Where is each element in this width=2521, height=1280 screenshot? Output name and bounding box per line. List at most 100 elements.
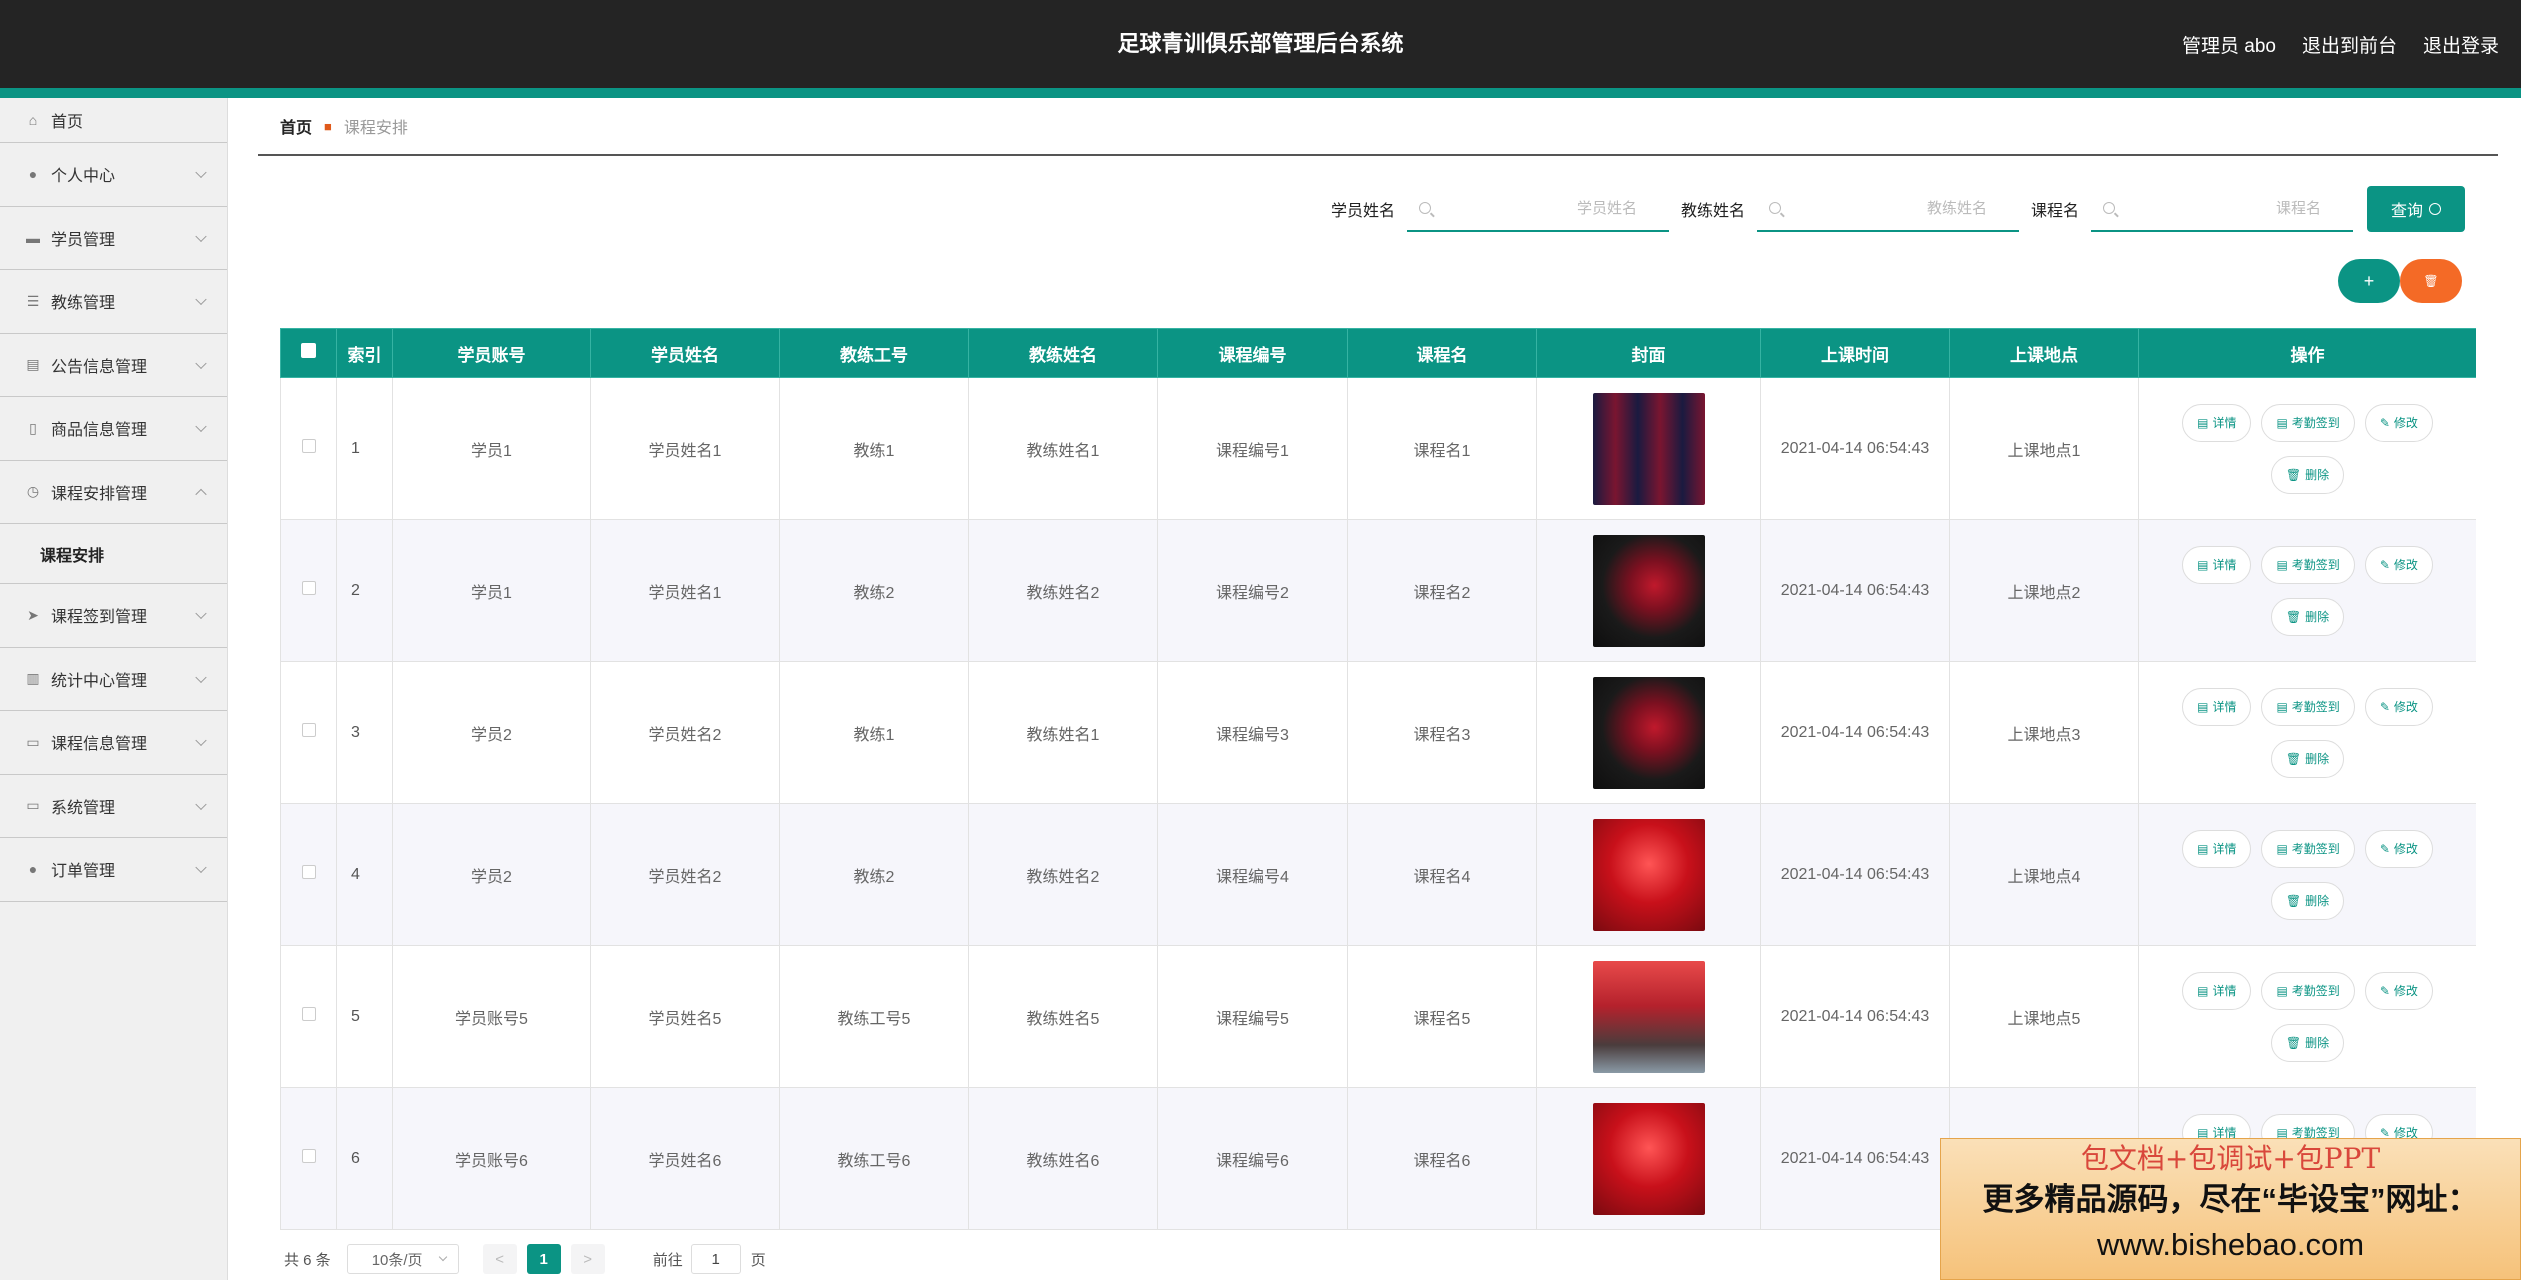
table-cell-course-no: 课程编号5 (1157, 945, 1348, 1088)
chevron-down-icon (195, 166, 207, 179)
checkin-button[interactable]: ▤ 考勤签到 (2261, 545, 2355, 584)
table-cell-coach-name: 教练姓名5 (968, 945, 1158, 1088)
clipboard-icon: ▤ (26, 356, 40, 373)
delete-button[interactable]: 🗑删除 (2270, 1023, 2345, 1062)
sidebar-item-home[interactable]: ⌂ 首页 (0, 98, 227, 143)
sidebar-item-students[interactable]: ▬ 学员管理 (0, 207, 227, 270)
sidebar-subitem-schedule[interactable]: 课程安排 (0, 524, 227, 584)
logout-link[interactable]: 退出登录 (2423, 31, 2499, 58)
table-cell-course-no: 课程编号1 (1157, 377, 1348, 520)
coach-name-input[interactable] (1756, 186, 2019, 230)
search-icon (2429, 203, 2441, 215)
checkin-button[interactable]: ▤ 考勤签到 (2261, 971, 2355, 1010)
next-page-button[interactable]: > (570, 1244, 605, 1274)
detail-button[interactable]: ▤ 详情 (2182, 545, 2252, 584)
page-number-button[interactable]: 1 (526, 1244, 561, 1274)
row-checkbox[interactable] (301, 723, 316, 737)
delete-icon: 🗑 (2285, 609, 2302, 624)
query-button[interactable]: 查询 (2367, 186, 2465, 232)
phone-icon: ▯ (29, 419, 37, 436)
goto-page-input[interactable]: 1 (690, 1244, 741, 1274)
schedule-table-container: 索引 学员账号 学员姓名 教练工号 教练姓名 课程编号 课程名 封面 上课时间 … (280, 328, 2476, 1232)
sidebar-item-announcements[interactable]: ▤ 公告信息管理 (0, 334, 227, 397)
delete-button-label: 删除 (2305, 1036, 2330, 1050)
search-icon (1418, 202, 1431, 214)
breadcrumb-home[interactable]: 首页 (280, 114, 312, 138)
location-icon: ● (28, 861, 38, 878)
sidebar-item-personal-center[interactable]: ● 个人中心 (0, 143, 227, 207)
sidebar-item-coaches[interactable]: ☰ 教练管理 (0, 270, 227, 334)
checkin-button-label: 考勤签到 (2291, 842, 2340, 856)
table-row: 5 学员账号5 学员姓名5 教练工号5 教练姓名5 课程编号5 课程名5 2021-04-14… (280, 945, 2476, 1088)
sidebar-item-system[interactable]: ▭ 系统管理 (0, 775, 227, 838)
sidebar-item-statistics[interactable]: ▥ 统计中心管理 (0, 648, 227, 711)
table-cell-name: 学员姓名1 (590, 519, 780, 662)
row-select-cell (280, 377, 337, 520)
checkin-icon: ▤ (2276, 841, 2288, 856)
page-size-value: 10条/页 (371, 1251, 423, 1269)
row-checkbox[interactable] (301, 865, 316, 879)
sidebar-item-label: 商品信息管理 (51, 422, 148, 440)
cover-image (1592, 534, 1705, 647)
row-actions: ▤详情▤考勤签到✎修改 🗑删除 (2139, 687, 2476, 778)
edit-button[interactable]: ✎ 修改 (2364, 545, 2433, 584)
row-checkbox[interactable] (301, 439, 316, 453)
edit-icon: ✎ (2379, 415, 2390, 430)
edit-button-label: 修改 (2393, 984, 2418, 998)
checkin-button[interactable]: ▤ 考勤签到 (2261, 687, 2355, 726)
sidebar-item-courses[interactable]: ▭ 课程信息管理 (0, 711, 227, 775)
table-cell-time: 2021-04-14 06:54:43 (1760, 661, 1950, 804)
detail-button[interactable]: ▤ 详情 (2182, 403, 2252, 442)
sidebar-item-schedule[interactable]: ◷ 课程安排管理 (0, 461, 227, 524)
select-all-checkbox[interactable] (301, 343, 316, 358)
edit-icon: ✎ (2379, 699, 2390, 714)
row-checkbox[interactable] (301, 581, 316, 595)
sidebar-item-label: 系统管理 (51, 799, 116, 817)
delete-button[interactable]: 🗑删除 (2270, 739, 2345, 778)
table-cell-idx: 4 (336, 803, 393, 946)
sidebar-item-label: 订单管理 (51, 863, 116, 881)
delete-button-label: 删除 (2305, 894, 2330, 908)
student-name-field (1406, 186, 1669, 232)
sidebar-item-label: 课程信息管理 (51, 736, 148, 754)
sidebar-item-orders[interactable]: ● 订单管理 (0, 838, 227, 902)
table-cell-time: 2021-04-14 06:54:43 (1760, 945, 1950, 1088)
page-size-select[interactable]: 10条/页 (346, 1244, 459, 1274)
detail-button[interactable]: ▤ 详情 (2182, 687, 2252, 726)
checkin-button[interactable]: ▤ 考勤签到 (2261, 403, 2355, 442)
delete-button[interactable]: 🗑删除 (2270, 881, 2345, 920)
prev-page-button[interactable]: < (482, 1244, 517, 1274)
checkin-button[interactable]: ▤ 考勤签到 (2261, 829, 2355, 868)
row-checkbox[interactable] (301, 1149, 316, 1163)
table-cell-coach-name: 教练姓名1 (968, 377, 1158, 520)
sidebar-item-products[interactable]: ▯ 商品信息管理 (0, 397, 227, 461)
table-cell-actions: ▤详情▤考勤签到✎修改 🗑删除 (2138, 519, 2476, 662)
table-header-row: 索引 学员账号 学员姓名 教练工号 教练姓名 课程编号 课程名 封面 上课时间 … (280, 328, 2476, 378)
breadcrumb-current: 课程安排 (343, 120, 408, 137)
detail-button[interactable]: ▤ 详情 (2182, 971, 2252, 1010)
student-name-input[interactable] (1406, 186, 1669, 230)
course-name-input[interactable] (2091, 186, 2353, 230)
edit-button[interactable]: ✎ 修改 (2364, 829, 2433, 868)
watermark-line-2: 更多精品源码，尽在“毕设宝”网址： (1982, 1182, 2479, 1217)
batch-delete-button[interactable]: 🗑 (2400, 259, 2462, 303)
table-cell-coach-no: 教练1 (779, 377, 969, 520)
exit-to-front-link[interactable]: 退出到前台 (2302, 31, 2397, 58)
detail-button[interactable]: ▤ 详情 (2182, 829, 2252, 868)
monitor-icon: ▭ (26, 797, 40, 814)
detail-icon: ▤ (2197, 699, 2209, 714)
chevron-down-icon (438, 1252, 447, 1262)
sidebar-item-label: 公告信息管理 (51, 358, 148, 376)
delete-button[interactable]: 🗑删除 (2270, 597, 2345, 636)
checkin-button-label: 考勤签到 (2291, 984, 2340, 998)
table-cell-actions: ▤详情▤考勤签到✎修改 🗑删除 (2138, 945, 2476, 1088)
sidebar-item-checkin[interactable]: ➤ 课程签到管理 (0, 584, 227, 648)
course-name-label: 课程名 (2030, 203, 2079, 220)
edit-button[interactable]: ✎ 修改 (2364, 971, 2433, 1010)
add-button[interactable]: + (2338, 259, 2400, 303)
delete-button[interactable]: 🗑删除 (2270, 455, 2345, 494)
edit-button[interactable]: ✎ 修改 (2364, 687, 2433, 726)
row-checkbox[interactable] (301, 1007, 316, 1021)
pagination: 共 6 条 10条/页 < 1 > 前往 1 页 (284, 1244, 766, 1274)
edit-button[interactable]: ✎ 修改 (2364, 403, 2433, 442)
